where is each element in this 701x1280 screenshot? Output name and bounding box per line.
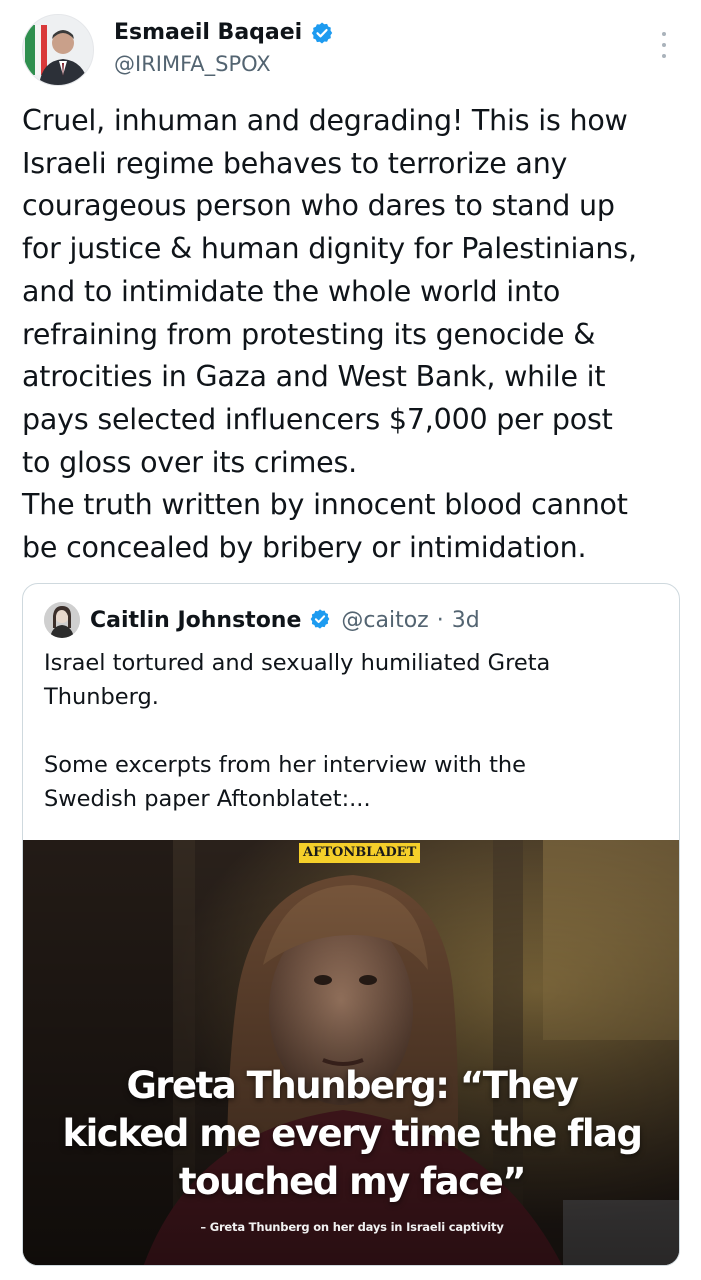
quoted-media-image[interactable]: AFTONBLADET Greta Thunberg: “They kicked… [23, 840, 679, 1265]
media-headline: Greta Thunberg: “They kicked me every ti… [62, 1064, 643, 1203]
author-name[interactable]: Esmaeil Baqaei [114, 20, 302, 45]
tweet-header: Esmaeil Baqaei @IRIMFA_SPOX [22, 14, 682, 86]
author-avatar[interactable] [22, 14, 94, 86]
tweet-text: Cruel, inhuman and degrading! This is ho… [22, 104, 637, 565]
verified-badge-icon [310, 21, 334, 45]
author-name-row: Esmaeil Baqaei [114, 20, 334, 45]
media-brand-logo: AFTONBLADET [299, 843, 421, 863]
quoted-author-avatar[interactable] [44, 602, 80, 638]
separator-dot: · [436, 607, 444, 633]
more-options-icon[interactable] [654, 30, 674, 60]
quoted-author-name[interactable]: Caitlin Johnstone [90, 608, 301, 633]
media-caption: – Greta Thunberg on her days in Israeli … [200, 1220, 504, 1234]
quoted-timestamp[interactable]: 3d [452, 608, 480, 633]
author-handle[interactable]: @IRIMFA_SPOX [114, 52, 271, 76]
quoted-author-handle[interactable]: @caitoz [341, 608, 428, 633]
quoted-tweet-header: Caitlin Johnstone @caitoz · 3d [44, 602, 480, 638]
quoted-tweet-text: Israel tortured and sexually humiliated … [44, 650, 551, 812]
verified-badge-icon [309, 608, 333, 632]
quoted-tweet[interactable]: Caitlin Johnstone @caitoz · 3d Israel to… [22, 583, 680, 1266]
